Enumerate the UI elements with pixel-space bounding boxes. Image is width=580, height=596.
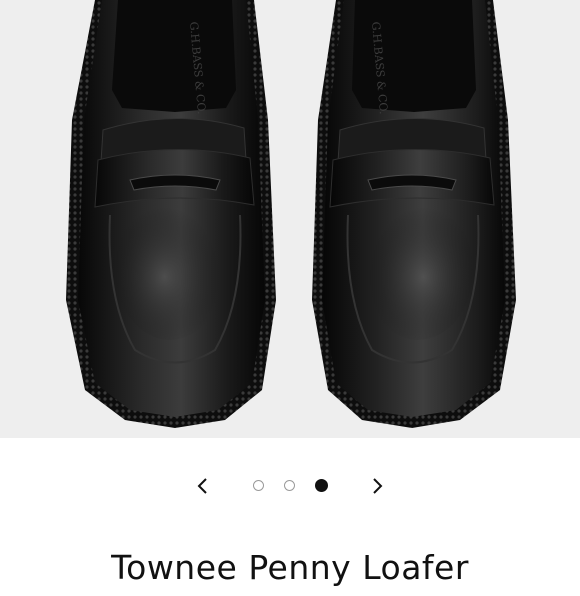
chevron-right-icon xyxy=(373,478,383,494)
product-image: G.H.BASS & CO. G.H.BASS & CO. xyxy=(0,0,580,438)
loafer-pair-illustration: G.H.BASS & CO. G.H.BASS & CO. xyxy=(66,0,516,428)
carousel-dot-2[interactable] xyxy=(284,480,295,491)
previous-image-button[interactable] xyxy=(193,476,213,496)
next-image-button[interactable] xyxy=(367,476,387,496)
product-title: Townee Penny Loafer xyxy=(111,548,469,587)
carousel-pagination xyxy=(252,479,332,494)
carousel-dot-3-active[interactable] xyxy=(315,479,328,492)
carousel-dot-1[interactable] xyxy=(253,480,264,491)
chevron-left-icon xyxy=(197,478,207,494)
right-loafer: G.H.BASS & CO. xyxy=(312,0,516,428)
image-carousel-controls xyxy=(0,438,580,532)
left-loafer: G.H.BASS & CO. xyxy=(66,0,276,428)
